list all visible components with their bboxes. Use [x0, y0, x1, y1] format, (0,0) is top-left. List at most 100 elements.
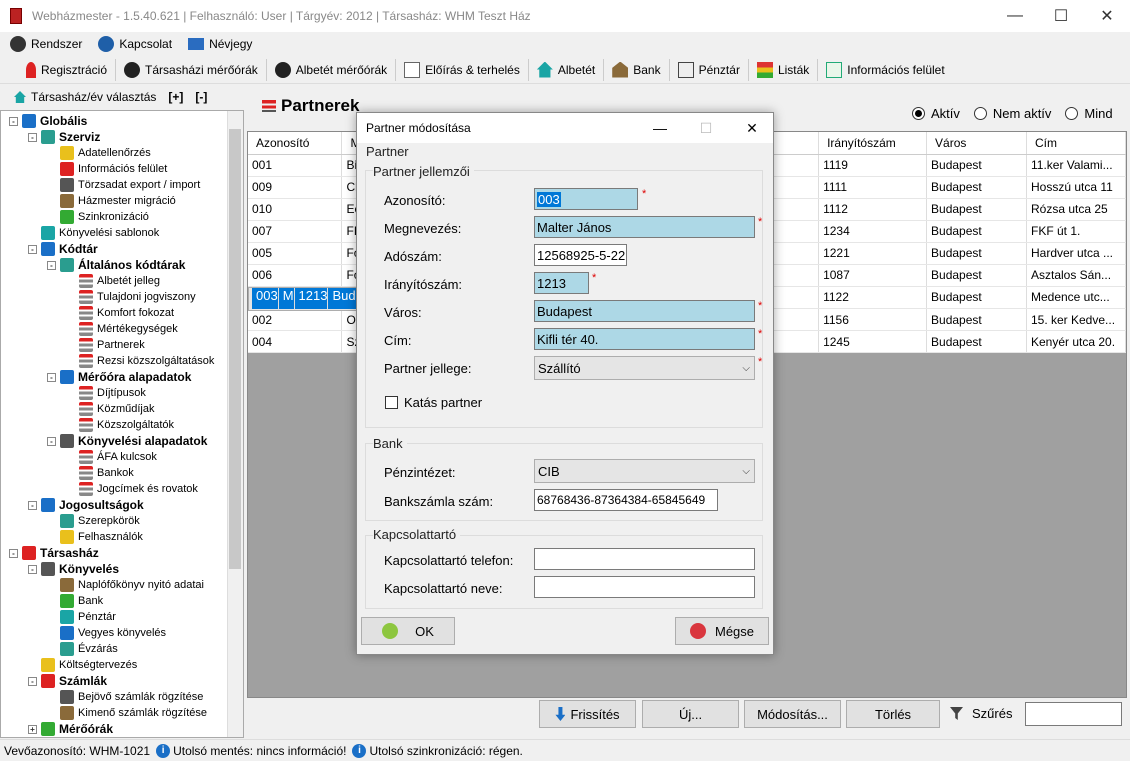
radio-active[interactable]: Aktív: [912, 106, 960, 121]
navigation-tree[interactable]: - Globális - Szerviz Adatellenőrzés Informáci…: [0, 110, 244, 738]
tree-item[interactable]: - Globális: [9, 113, 87, 129]
tree-item[interactable]: - Szerviz: [28, 129, 100, 145]
collapse-icon[interactable]: -: [28, 564, 37, 574]
minimize-button[interactable]: —: [992, 0, 1038, 32]
column-header-id[interactable]: Azonosító: [248, 132, 343, 155]
ok-button[interactable]: OK: [361, 617, 455, 645]
toolbar-lists[interactable]: Listák: [749, 58, 819, 81]
city-field[interactable]: Budapest: [534, 300, 755, 322]
tree-item[interactable]: Partnerek: [66, 337, 145, 353]
toolbar-unit[interactable]: Albetét: [529, 58, 605, 81]
edit-button[interactable]: Módosítás...: [744, 700, 841, 728]
tree-item[interactable]: Közműdíjak: [66, 401, 154, 417]
toolbar-cash[interactable]: Pénztár: [670, 58, 749, 81]
radio-all[interactable]: Mind: [1065, 106, 1113, 121]
zip-field[interactable]: 1213: [534, 272, 589, 294]
tree-item[interactable]: Rezsi közszolgáltatások: [66, 353, 214, 369]
toolbar-house-meters[interactable]: Társasházi mérőórák: [116, 58, 267, 81]
filter-input[interactable]: [1025, 702, 1122, 726]
name-field[interactable]: Malter János: [534, 216, 755, 238]
dialog-close-button[interactable]: ✕: [729, 113, 775, 143]
tree-item[interactable]: Komfort fokozat: [66, 305, 174, 321]
katas-checkbox[interactable]: [385, 396, 398, 409]
tree-item[interactable]: Adatellenőrzés: [47, 145, 151, 161]
tree-item[interactable]: Mértékegységek: [66, 321, 178, 337]
menu-rendszer[interactable]: Rendszer: [10, 36, 82, 52]
collapse-icon[interactable]: -: [47, 436, 56, 446]
tree-item[interactable]: Albetét jelleg: [66, 273, 160, 289]
tree-item[interactable]: Könyvelési sablonok: [28, 225, 159, 241]
tree-item[interactable]: Szinkronizáció: [47, 209, 149, 225]
tree-item[interactable]: Törzsadat export / import: [47, 177, 200, 193]
cancel-button[interactable]: Mégse: [675, 617, 769, 645]
column-header-city[interactable]: Város: [926, 132, 1027, 155]
delete-button[interactable]: Törlés: [846, 700, 940, 728]
tree-item[interactable]: ÁFA kulcsok: [66, 449, 157, 465]
id-field[interactable]: 003: [534, 188, 638, 210]
maximize-button[interactable]: ☐: [1038, 0, 1084, 32]
tree-item[interactable]: - Társasház: [9, 545, 99, 561]
collapse-icon[interactable]: -: [28, 244, 37, 254]
toolbar-registration[interactable]: Regisztráció: [18, 58, 117, 81]
tree-item[interactable]: Tulajdoni jogviszony: [66, 289, 196, 305]
tree-item[interactable]: Kimenő számlák rögzítése: [47, 705, 207, 721]
contact-name-field[interactable]: [534, 576, 755, 598]
contact-phone-field[interactable]: [534, 548, 755, 570]
tax-number-field[interactable]: 12568925-5-22: [534, 244, 627, 266]
toolbar-bank[interactable]: Bank: [604, 58, 670, 81]
tree-item[interactable]: + Mérőórák: [28, 721, 113, 737]
tree-scrollbar[interactable]: [227, 111, 243, 737]
bank-select[interactable]: CIB ⌵: [534, 459, 755, 483]
tree-item[interactable]: - Jogosultságok: [28, 497, 144, 513]
tree-item[interactable]: Házmester migráció: [47, 193, 176, 209]
collapse-icon[interactable]: -: [9, 548, 18, 558]
tree-item[interactable]: Bankok: [66, 465, 134, 481]
menu-kapcsolat[interactable]: Kapcsolat: [98, 36, 172, 52]
house-year-select-link[interactable]: Társasház/év választás: [31, 90, 156, 104]
tree-item[interactable]: - Általános kódtárak: [47, 257, 185, 273]
radio-inactive[interactable]: Nem aktív: [973, 106, 1051, 121]
close-button[interactable]: ✕: [1084, 0, 1130, 32]
tree-item[interactable]: Évzárás: [47, 641, 118, 657]
tree-item[interactable]: - Könyvelés: [28, 561, 119, 577]
collapse-icon[interactable]: -: [47, 372, 56, 382]
partner-type-select[interactable]: Szállító ⌵: [534, 356, 755, 380]
scrollbar-thumb[interactable]: [229, 129, 241, 569]
tree-item[interactable]: - Kódtár: [28, 241, 98, 257]
radio-circle[interactable]: [912, 107, 925, 120]
tree-item[interactable]: Bejövő számlák rögzítése: [47, 689, 203, 705]
collapse-icon[interactable]: -: [28, 132, 37, 142]
tree-item[interactable]: Bank: [47, 593, 103, 609]
tree-item[interactable]: - Könyvelési alapadatok: [47, 433, 207, 449]
tree-item[interactable]: - Számlák: [28, 673, 107, 689]
address-field[interactable]: Kifli tér 40.: [534, 328, 755, 350]
expand-icon[interactable]: +: [28, 724, 37, 734]
menu-nevjegy[interactable]: Névjegy: [188, 37, 252, 51]
tree-item[interactable]: Szerepkörök: [47, 513, 140, 529]
tree-item[interactable]: Jogcímek és rovatok: [66, 481, 198, 497]
toolbar-charges[interactable]: Előírás & terhelés: [396, 58, 529, 81]
collapse-icon[interactable]: -: [28, 676, 37, 686]
refresh-button[interactable]: Frissítés: [539, 700, 636, 728]
column-header-address[interactable]: Cím: [1026, 132, 1126, 155]
tree-item[interactable]: Vegyes könyvelés: [47, 625, 166, 641]
tree-item[interactable]: Információs felület: [47, 161, 167, 177]
radio-circle[interactable]: [973, 107, 987, 120]
collapse-icon[interactable]: -: [28, 500, 37, 510]
tree-item[interactable]: Pénztár: [47, 609, 116, 625]
toolbar-unit-meters[interactable]: Albetét mérőórák: [267, 58, 397, 81]
tree-item[interactable]: - Mérőóra alapadatok: [47, 369, 191, 385]
tree-item[interactable]: Közszolgáltatók: [66, 417, 174, 433]
collapse-icon[interactable]: -: [47, 260, 56, 270]
dialog-minimize-button[interactable]: —: [637, 113, 683, 143]
account-number-field[interactable]: 68768436-87364384-65845649: [534, 489, 718, 511]
new-button[interactable]: Új...: [642, 700, 739, 728]
collapse-icon[interactable]: -: [9, 116, 18, 126]
expand-all-button[interactable]: [+]: [168, 90, 183, 104]
tree-item[interactable]: Költségtervezés: [28, 657, 137, 673]
radio-circle[interactable]: [1065, 107, 1079, 120]
toolbar-info-panel[interactable]: Információs felület: [818, 59, 952, 81]
tree-item[interactable]: Naplófőkönyv nyitó adatai: [47, 577, 204, 593]
collapse-all-button[interactable]: [-]: [195, 90, 207, 104]
tree-item[interactable]: Felhasználók: [47, 529, 143, 545]
